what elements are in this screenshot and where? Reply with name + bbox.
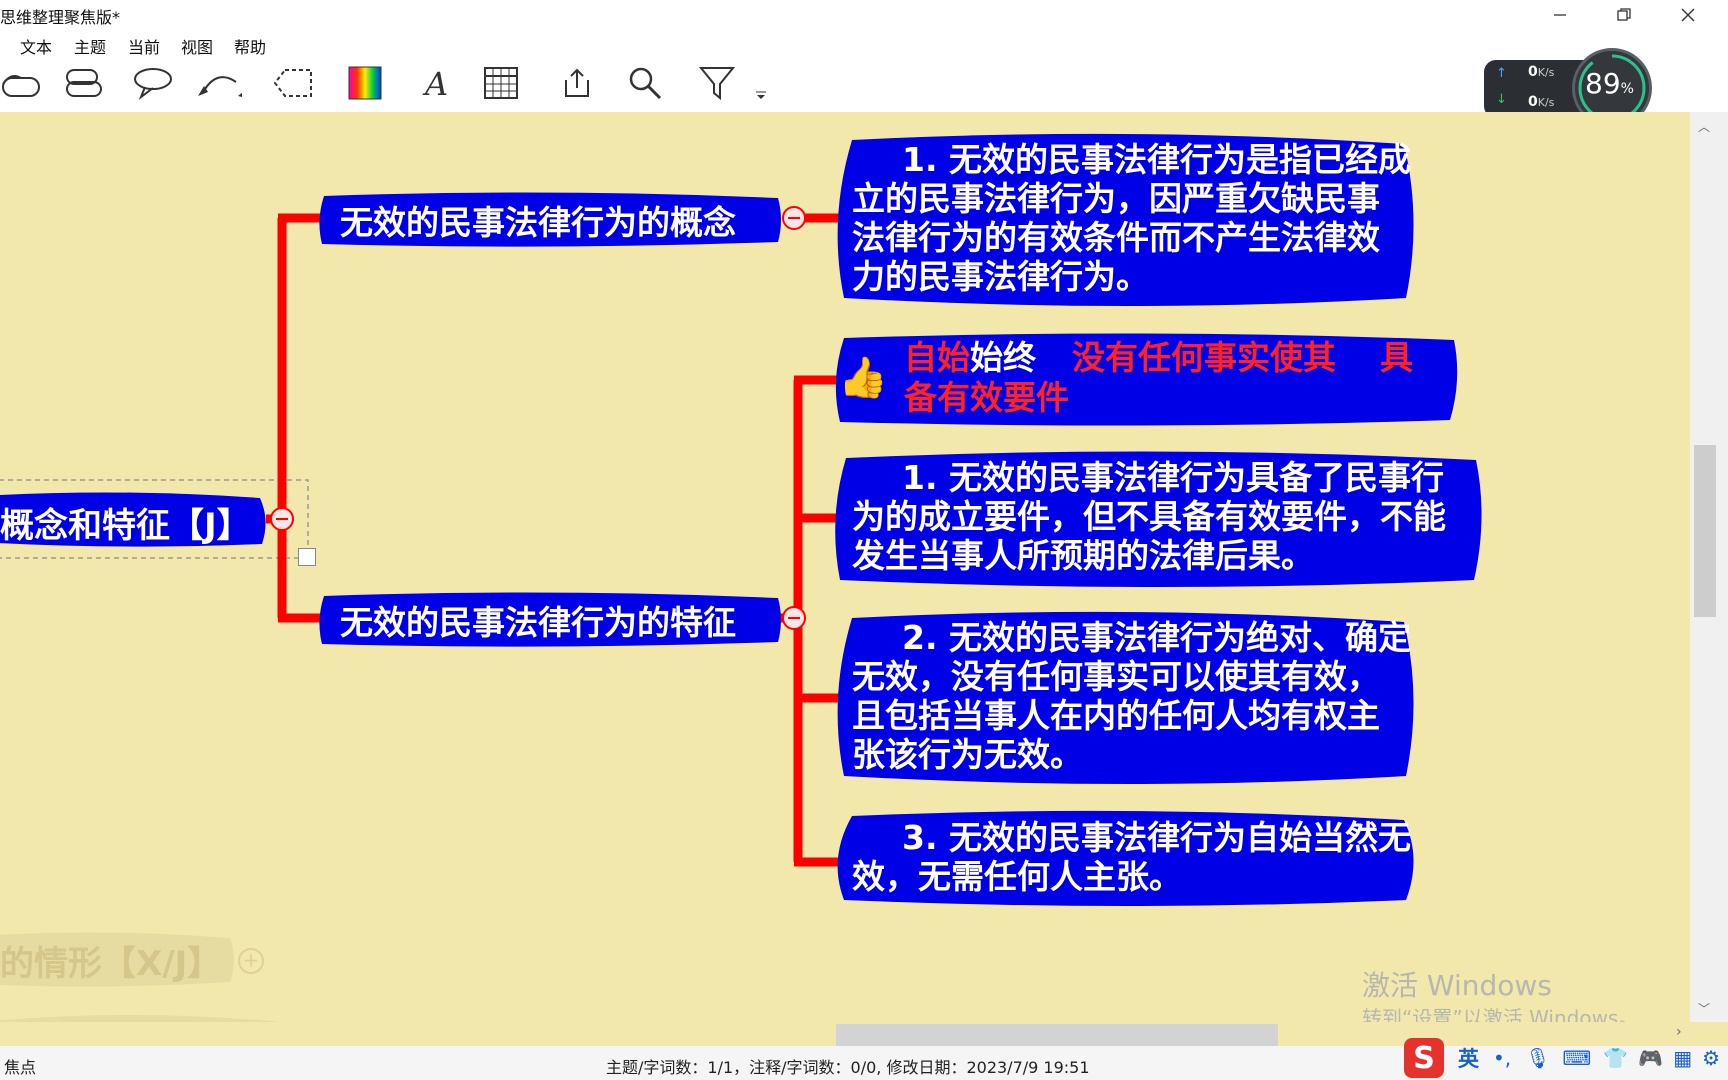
feature-item2-text[interactable]: 2. 无效的民事法律行为绝对、确定无效，没有任何事实可以使其有效，且包括当事人在… bbox=[852, 618, 1412, 774]
menu-view[interactable]: 视图 bbox=[181, 34, 213, 58]
mindmap-canvas[interactable]: 概念和特征【J】 无效的民事法律行为的概念 1. 无效的民事法律行为是指已经成立… bbox=[0, 112, 1690, 1022]
feature-item3-text[interactable]: 3. 无效的民事法律行为自始当然无效，无需任何人主张。 bbox=[852, 818, 1412, 896]
svg-text:A: A bbox=[422, 65, 448, 101]
ime-language[interactable]: 英 bbox=[1458, 1043, 1479, 1073]
highlight-part4: 具 bbox=[1380, 338, 1413, 377]
expand-faded-button[interactable]: + bbox=[238, 948, 264, 974]
filter-button[interactable] bbox=[694, 62, 740, 104]
skin-shirt-icon[interactable]: 👕 bbox=[1603, 1046, 1628, 1070]
overflow-icon bbox=[756, 91, 766, 99]
callout-bubbles-icon bbox=[66, 69, 102, 97]
activation-watermark-title: 激活 Windows bbox=[1362, 969, 1552, 1002]
download-unit: K/s bbox=[1537, 96, 1555, 109]
minimize-button[interactable] bbox=[1528, 0, 1592, 30]
download-speed: 0 bbox=[1528, 94, 1538, 110]
branch-concept-label[interactable]: 无效的民事法律行为的概念 bbox=[340, 196, 736, 244]
filter-icon bbox=[699, 67, 735, 101]
highlight-part2: 始终 bbox=[970, 338, 1036, 377]
highlight-node-text[interactable]: 自始始终 没有任何事实使其 具备有效要件 bbox=[904, 338, 1444, 418]
collapse-icon bbox=[788, 617, 800, 619]
cpu-percent-unit: % bbox=[1620, 81, 1634, 97]
scroll-up-icon[interactable]: ︿ bbox=[1698, 118, 1710, 135]
export-icon bbox=[565, 68, 589, 97]
boundary-icon bbox=[273, 69, 312, 97]
topic-shape-icon bbox=[2, 75, 40, 97]
speech-bubble-button[interactable] bbox=[130, 62, 176, 104]
restore-icon bbox=[1617, 8, 1631, 21]
root-node-label[interactable]: 概念和特征【J】 bbox=[0, 498, 251, 547]
ime-tray: S 英 •, 🎙 ⌨ 👕 🎮 ▦ ⚙ bbox=[1404, 1038, 1720, 1078]
download-arrow-icon: ↓ bbox=[1496, 92, 1507, 107]
restore-button[interactable] bbox=[1592, 0, 1656, 30]
callout-bubbles-button[interactable] bbox=[60, 62, 106, 104]
color-palette-icon bbox=[348, 66, 382, 100]
highlight-part1: 自始 bbox=[904, 338, 970, 377]
horizontal-scroll-thumb[interactable] bbox=[836, 1024, 1278, 1046]
faded-node-partial bbox=[0, 1015, 280, 1022]
collapse-features-button[interactable] bbox=[782, 606, 806, 630]
resize-handle[interactable] bbox=[298, 548, 316, 566]
search-button[interactable] bbox=[622, 62, 668, 104]
menu-help[interactable]: 帮助 bbox=[234, 34, 266, 58]
text-format-icon: A bbox=[422, 65, 448, 101]
collapse-concept-button[interactable] bbox=[782, 206, 806, 230]
color-palette-button[interactable] bbox=[342, 62, 388, 104]
title-bar: 思维整理聚焦版* bbox=[0, 0, 1728, 30]
text-format-button[interactable]: A bbox=[412, 62, 458, 104]
feature-item1-text[interactable]: 1. 无效的民事法律行为具备了民事行为的成立要件，但不具备有效要件，不能发生当事… bbox=[852, 458, 1476, 575]
activation-watermark-subtitle: 转到“设置”以激活 Windows。 bbox=[1362, 1006, 1639, 1022]
upload-unit: K/s bbox=[1537, 66, 1555, 79]
gamepad-icon[interactable]: 🎮 bbox=[1638, 1046, 1663, 1070]
close-button[interactable] bbox=[1656, 0, 1720, 30]
table-button[interactable] bbox=[478, 62, 524, 104]
collapse-root-button[interactable] bbox=[270, 507, 294, 531]
toolbar-overflow-button[interactable] bbox=[746, 62, 776, 104]
window-title: 思维整理聚焦版* bbox=[0, 8, 121, 27]
highlight-part3: 没有任何事实使其 bbox=[1072, 338, 1336, 377]
sogou-icon[interactable]: S bbox=[1404, 1038, 1444, 1078]
settings-gear-icon[interactable]: ⚙ bbox=[1702, 1046, 1720, 1070]
close-icon bbox=[1681, 8, 1695, 22]
expand-icon: + bbox=[242, 948, 260, 972]
keyboard-icon[interactable]: ⌨ bbox=[1563, 1046, 1592, 1070]
table-icon bbox=[484, 67, 518, 99]
boundary-button[interactable] bbox=[270, 62, 316, 104]
menu-text[interactable]: 文本 bbox=[20, 34, 52, 58]
toolbar bbox=[0, 56, 1728, 112]
speech-bubble-icon bbox=[134, 68, 172, 100]
search-icon bbox=[629, 67, 662, 100]
collapse-icon bbox=[276, 518, 288, 520]
upload-speed: 0 bbox=[1528, 64, 1538, 80]
status-focus: 焦点 bbox=[4, 1058, 37, 1077]
scroll-down-icon[interactable]: ﹀ bbox=[1698, 1000, 1710, 1017]
branch-features-label[interactable]: 无效的民事法律行为的特征 bbox=[340, 596, 736, 644]
topic-shape-button[interactable] bbox=[0, 62, 46, 104]
concept-detail-text[interactable]: 1. 无效的民事法律行为是指已经成立的民事法律行为，因严重欠缺民事法律行为的有效… bbox=[852, 140, 1412, 296]
microphone-icon[interactable]: 🎙 bbox=[1525, 1046, 1550, 1070]
menu-topic[interactable]: 主题 bbox=[74, 34, 106, 58]
collapse-icon bbox=[788, 217, 800, 219]
punctuation-icon[interactable]: •, bbox=[1493, 1046, 1511, 1070]
faded-node-label[interactable]: 的情形【X/J】 bbox=[0, 936, 221, 985]
export-button[interactable] bbox=[554, 62, 600, 104]
menu-bar: 文本 主题 当前 视图 帮助 bbox=[0, 30, 1728, 58]
menu-current[interactable]: 当前 bbox=[128, 34, 160, 58]
minimize-icon bbox=[1554, 14, 1566, 16]
relationship-arrows-icon bbox=[198, 76, 242, 97]
highlight-part5: 备有效要件 bbox=[904, 378, 1069, 417]
relationship-arrows-button[interactable] bbox=[196, 62, 242, 104]
toolbox-icon[interactable]: ▦ bbox=[1673, 1046, 1692, 1070]
upload-arrow-icon: ↑ bbox=[1496, 66, 1507, 81]
status-info: 主题/字词数：1/1，注释/字词数：0/0, 修改日期：2023/7/9 19:… bbox=[606, 1058, 1090, 1077]
vertical-scroll-thumb[interactable] bbox=[1694, 445, 1716, 617]
thumbs-up-icon: 👍 bbox=[838, 355, 888, 401]
cpu-percent: 89 bbox=[1585, 67, 1621, 100]
